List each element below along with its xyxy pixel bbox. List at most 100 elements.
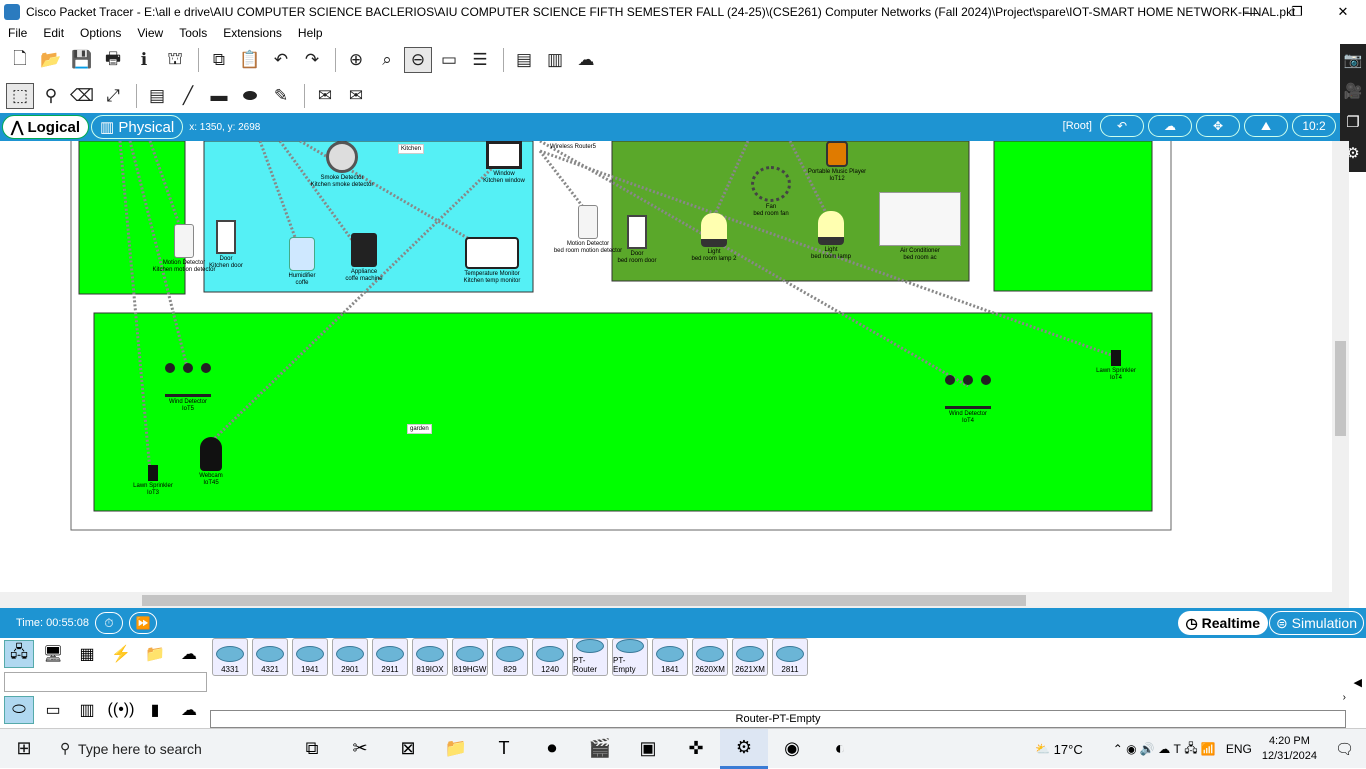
horizontal-scrollbar[interactable] (0, 592, 1349, 608)
add-complex-pdu-icon[interactable]: ✉ (342, 83, 370, 109)
end-devices-category-icon[interactable]: 🖥 (38, 640, 68, 668)
model-2911[interactable]: 2911 (372, 638, 408, 676)
network-devices-category-icon[interactable]: 🖧 (4, 640, 34, 668)
tray-expand-icon[interactable]: ⌃ (1113, 742, 1126, 756)
copy-icon[interactable]: ⧉ (205, 47, 233, 73)
wan-emulation-subcategory-icon[interactable]: ☁ (174, 696, 204, 724)
taskbar-clock[interactable]: 4:20 PM 12/31/2024 (1262, 734, 1317, 764)
add-simple-pdu-icon[interactable]: ✉ (311, 83, 339, 109)
open-folder-icon[interactable]: 📂 (37, 47, 65, 73)
model-1240[interactable]: 1240 (532, 638, 568, 676)
place-note-icon[interactable]: ▤ (143, 83, 171, 109)
windows-start-icon[interactable]: ⊞ (0, 729, 48, 769)
device-lawn-sprinkler-iot4[interactable]: Lawn Sprinkler IoT4 (1076, 350, 1156, 382)
select-icon[interactable]: ⬚ (6, 83, 34, 109)
xampp-icon[interactable]: ⊠ (384, 729, 432, 769)
zoom-in-icon[interactable]: ⊕ (342, 47, 370, 73)
device-kitchen-temp-monitor[interactable]: Temperature Monitor Kitchen temp monitor (452, 237, 532, 285)
new-file-icon[interactable]: 🗋 (6, 47, 34, 73)
logical-workspace-canvas[interactable]: Kitchen Wireless Router5 garden Smoke De… (0, 141, 1349, 592)
restore-button[interactable]: ❐ (1274, 0, 1320, 24)
device-bedroom-lamp-2[interactable]: Light bed room lamp 2 (674, 213, 754, 263)
power-cycle-icon[interactable]: ⏱ (94, 612, 123, 634)
model-2621xm[interactable]: 2621XM (732, 638, 768, 676)
input-language[interactable]: ENG (1226, 742, 1252, 756)
miscellaneous-category-icon[interactable]: 📁 (140, 640, 170, 668)
scroll-right-icon[interactable]: › (1343, 692, 1346, 703)
chrome-icon[interactable]: ◉ (768, 729, 816, 769)
packet-tracer-taskbar-icon[interactable]: ⚙ (720, 728, 768, 769)
model-pt-router[interactable]: PT-Router (572, 638, 608, 676)
hubs-subcategory-icon[interactable]: ▥ (72, 696, 102, 724)
teams-icon[interactable]: T (480, 729, 528, 769)
move-icon[interactable]: ✥ (1196, 115, 1240, 137)
routers-subcategory-icon[interactable]: ⬭ (4, 696, 34, 724)
network-cloud-icon[interactable]: ☁ (572, 47, 600, 73)
orange-app-icon[interactable]: ✜ (672, 729, 720, 769)
menu-tools[interactable]: Tools (171, 26, 215, 40)
custom-device-icon[interactable]: ☰ (466, 47, 494, 73)
draw-rectangle-icon[interactable]: ▬ (205, 83, 233, 109)
zoom-reset-icon[interactable]: ⌕ (373, 47, 401, 73)
inspect-icon[interactable]: ⚲ (37, 83, 65, 109)
onedrive-icon[interactable]: ☁ (1158, 742, 1173, 756)
device-wind-detector-iot4[interactable]: Wind Detector IoT4 (928, 375, 1008, 425)
device-portable-music-player[interactable]: Portable Music Player IoT12 (797, 141, 877, 183)
switches-subcategory-icon[interactable]: ▭ (38, 696, 68, 724)
task-view-icon[interactable]: ⧉ (288, 729, 336, 769)
model-pt-empty[interactable]: PT-Empty (612, 638, 648, 676)
draw-line-icon[interactable]: ╱ (174, 83, 202, 109)
teams-tray-icon[interactable]: T (1174, 742, 1185, 756)
device-kitchen-window[interactable]: Window Kitchen window (464, 141, 544, 185)
root-breadcrumb[interactable]: [Root] (1063, 120, 1092, 132)
taskbar-search[interactable]: ⚲ Type here to search (48, 729, 288, 769)
menu-help[interactable]: Help (290, 26, 331, 40)
model-1841[interactable]: 1841 (652, 638, 688, 676)
menu-extensions[interactable]: Extensions (215, 26, 290, 40)
model-2811[interactable]: 2811 (772, 638, 808, 676)
weather-temperature[interactable]: 17°C (1054, 742, 1083, 757)
chrome-tray-icon[interactable]: ◉ (1126, 742, 1140, 756)
menu-view[interactable]: View (129, 26, 171, 40)
model-2901[interactable]: 2901 (332, 638, 368, 676)
print-icon[interactable]: 🖶 (99, 47, 127, 73)
drawing-palette-icon[interactable]: ▭ (435, 47, 463, 73)
redo-icon[interactable]: ↷ (298, 47, 326, 73)
weather-icon[interactable]: ⛅ (1035, 742, 1053, 756)
freeform-icon[interactable]: ✎ (267, 83, 295, 109)
vertical-scrollbar[interactable] (1332, 141, 1349, 592)
save-icon[interactable]: 💾 (68, 47, 96, 73)
model-4331[interactable]: 4331 (212, 638, 248, 676)
recorder-icon[interactable]: ⏺ (528, 729, 576, 769)
multiuser-category-icon[interactable]: ☁ (174, 640, 204, 668)
device-wind-detector-iot5[interactable]: Wind Detector IoT5 (148, 363, 228, 413)
undo-icon[interactable]: ↶ (267, 47, 295, 73)
resize-icon[interactable]: ⤢ (99, 83, 127, 109)
close-button[interactable]: ✕ (1320, 0, 1366, 24)
back-arrow-icon[interactable]: ↶ (1100, 115, 1144, 137)
camera-icon[interactable]: 📷 (1344, 44, 1363, 75)
server-icon[interactable]: ▥ (541, 47, 569, 73)
minimize-button[interactable]: — (1228, 0, 1274, 24)
delete-icon[interactable]: ⌫ (68, 83, 96, 109)
zoom-out-icon[interactable]: ⊖ (404, 47, 432, 73)
volume-icon[interactable]: 🔊 (1140, 742, 1158, 756)
vertical-scroll-thumb[interactable] (1335, 341, 1346, 436)
snipping-tool-icon[interactable]: ✂ (336, 729, 384, 769)
device-bedroom-lamp[interactable]: Light bed room lamp (791, 211, 871, 261)
model-819hgw[interactable]: 819HGW (452, 638, 488, 676)
activity-wizard-icon[interactable]: ⛫ (161, 47, 189, 73)
model-4321[interactable]: 4321 (252, 638, 288, 676)
edge-icon[interactable]: ◐ (816, 729, 864, 769)
wifi-icon[interactable]: 📶 (1201, 742, 1216, 756)
video-editor-icon[interactable]: 🎬 (576, 729, 624, 769)
jetbrains-icon[interactable]: ▣ (624, 729, 672, 769)
scroll-left-icon[interactable]: ◀ (1354, 676, 1362, 689)
simulation-mode-button[interactable]: ⊜ Simulation (1269, 611, 1364, 635)
file-explorer-icon[interactable]: 📁 (432, 729, 480, 769)
device-bedroom-ac[interactable]: Air Conditioner bed room ac (878, 192, 962, 262)
device-coffee-machine[interactable]: Appliance coffe machine (324, 233, 404, 283)
menu-options[interactable]: Options (72, 26, 129, 40)
menu-file[interactable]: File (0, 26, 35, 40)
device-kitchen-door[interactable]: Door Kitchen door (186, 220, 266, 270)
